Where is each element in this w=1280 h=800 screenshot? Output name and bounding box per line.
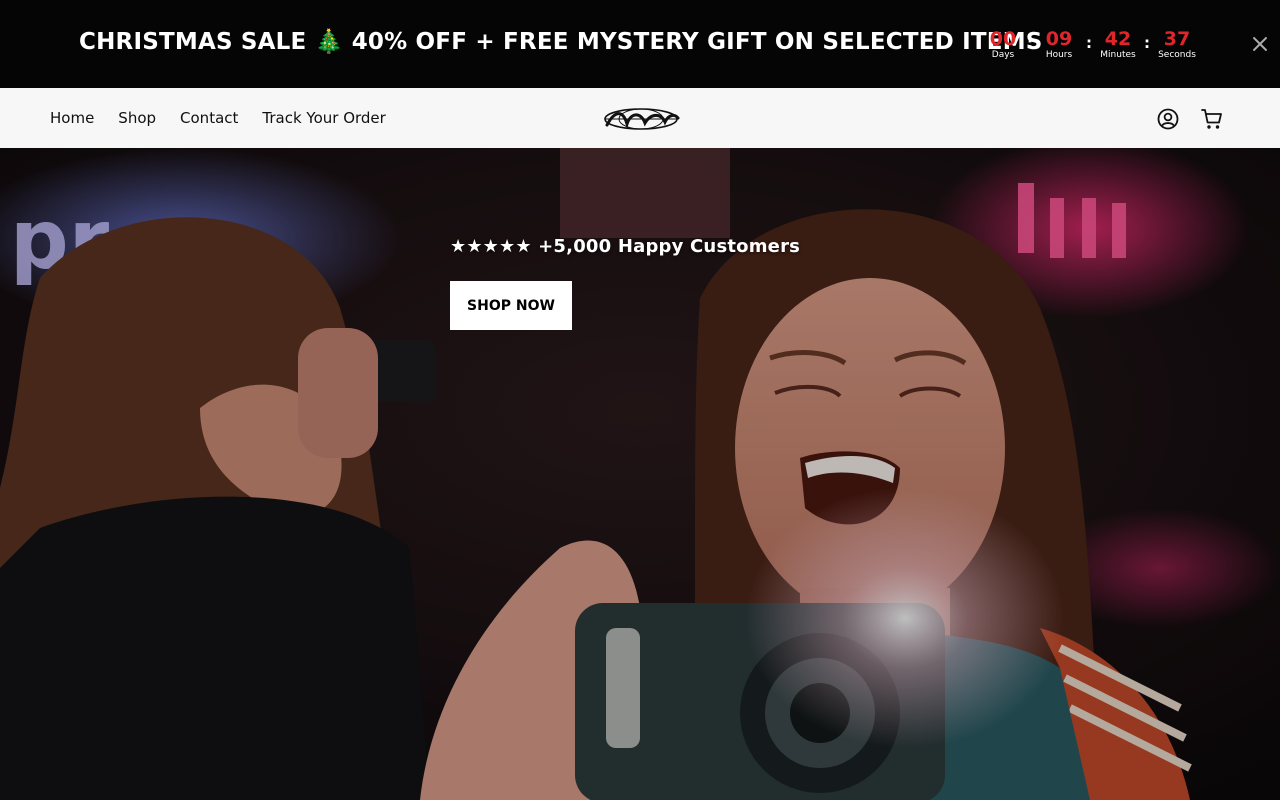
- shop-now-button[interactable]: SHOP NOW: [450, 281, 572, 330]
- nav-shop[interactable]: Shop: [118, 109, 156, 127]
- countdown-minutes: 42 Minutes: [1098, 28, 1138, 60]
- nav-contact[interactable]: Contact: [180, 109, 238, 127]
- countdown-minutes-value: 42: [1104, 28, 1132, 50]
- hero-tagline: ★★★★★ +5,000 Happy Customers: [450, 236, 801, 257]
- countdown-hours: 09 Hours: [1039, 28, 1079, 60]
- countdown-minutes-label: Minutes: [1100, 50, 1136, 60]
- countdown-separator: :: [1086, 34, 1092, 52]
- countdown-seconds-value: 37: [1163, 28, 1191, 50]
- nav-home[interactable]: Home: [50, 109, 94, 127]
- brand-logo[interactable]: [601, 104, 681, 134]
- countdown-days-value: 00: [989, 28, 1017, 50]
- nav-track-order[interactable]: Track Your Order: [262, 109, 385, 127]
- countdown-seconds: 37 Seconds: [1157, 28, 1197, 60]
- countdown-hours-label: Hours: [1045, 50, 1073, 60]
- announcement-text: CHRISTMAS SALE 🎄 40% OFF + FREE MYSTERY …: [79, 29, 1043, 55]
- announcement-bar: CHRISTMAS SALE 🎄 40% OFF + FREE MYSTERY …: [0, 0, 1280, 88]
- countdown-separator: :: [1027, 34, 1033, 52]
- close-icon[interactable]: [1249, 33, 1271, 55]
- user-icon[interactable]: [1156, 107, 1180, 131]
- main-nav: Home Shop Contact Track Your Order: [50, 88, 410, 148]
- countdown-seconds-label: Seconds: [1158, 50, 1196, 60]
- countdown-hours-value: 09: [1045, 28, 1073, 50]
- countdown-days-label: Days: [991, 50, 1015, 60]
- countdown-days: 00 Days: [983, 28, 1023, 60]
- cart-icon[interactable]: [1200, 107, 1224, 131]
- countdown-separator: :: [1144, 34, 1150, 52]
